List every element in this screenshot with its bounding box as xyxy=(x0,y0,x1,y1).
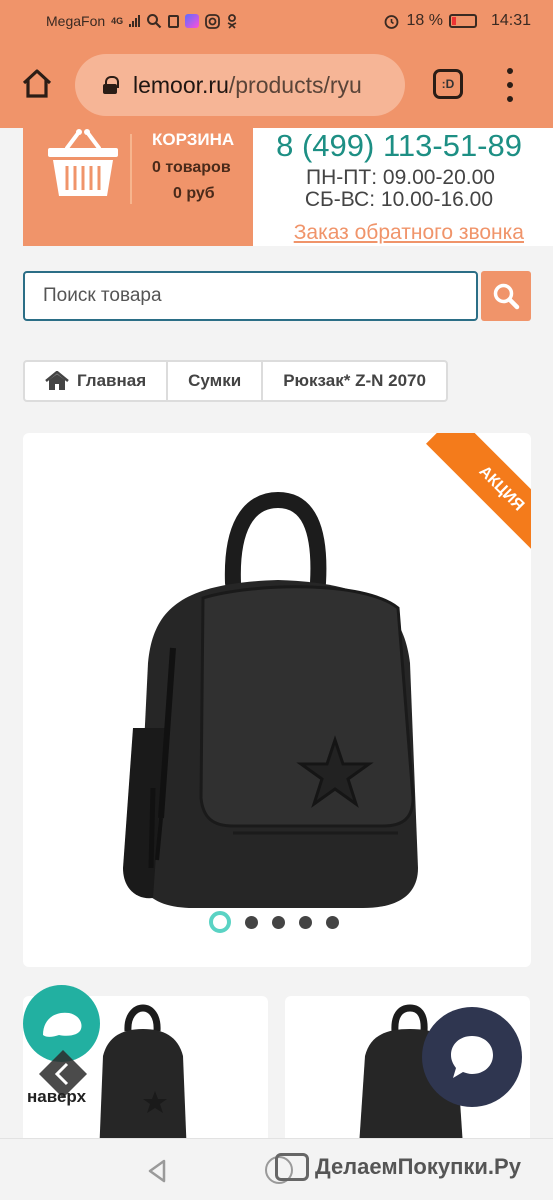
messenger-button[interactable] xyxy=(422,1007,522,1107)
slider-dot[interactable] xyxy=(245,915,258,929)
basket-icon xyxy=(48,129,118,196)
clock: 14:31 xyxy=(490,12,531,29)
lock-icon xyxy=(103,76,119,94)
signal-icon xyxy=(129,15,141,27)
scroll-up-label[interactable]: наверх xyxy=(27,1087,86,1107)
breadcrumb: Главная Сумки Рюкзак* Z-N 2070 xyxy=(23,360,448,402)
breadcrumb-bags[interactable]: Сумки xyxy=(168,362,264,400)
address-bar[interactable]: lemoor.ru/products/ryu xyxy=(75,54,405,116)
hours-weekday: ПН-ПТ: 09.00-20.00 xyxy=(306,166,495,189)
slider-dot[interactable] xyxy=(326,915,339,929)
breadcrumb-current: Рюкзак* Z-N 2070 xyxy=(263,362,446,400)
browser-menu-icon[interactable] xyxy=(500,68,520,102)
chat-icon xyxy=(42,1012,81,1037)
cart-total: 0 руб xyxy=(173,185,215,202)
watermark-text: ДелаемПокупки.Ру xyxy=(315,1154,521,1179)
breadcrumb-home[interactable]: Главная xyxy=(25,362,169,400)
cart-title: КОРЗИНА xyxy=(152,130,235,149)
message-bubble-icon xyxy=(451,1036,493,1078)
slider-dot-active[interactable] xyxy=(209,911,231,933)
breadcrumb-label: Сумки xyxy=(188,371,242,390)
url-domain: lemoor.ru xyxy=(133,71,229,98)
slider-dot[interactable] xyxy=(299,915,312,929)
cart-divider xyxy=(130,134,132,204)
back-icon[interactable] xyxy=(146,1159,168,1183)
alarm-icon xyxy=(385,14,399,29)
instagram-icon xyxy=(205,13,221,29)
odnoklassniki-icon xyxy=(227,13,237,29)
home-icon xyxy=(45,371,69,390)
callback-link[interactable]: Заказ обратного звонка xyxy=(294,221,524,245)
battery-icon xyxy=(448,14,477,28)
app-notification-icon xyxy=(185,14,200,28)
web-page: КОРЗИНА 0 товаров 0 руб 8 (499) 113-51-8… xyxy=(0,128,553,1138)
watermark: ДелаемПокупки.Ру xyxy=(275,1153,521,1181)
breadcrumb-label: Рюкзак* Z-N 2070 xyxy=(283,371,426,390)
product-gallery[interactable]: АКЦИЯ xyxy=(23,433,531,967)
backpack-image xyxy=(123,491,418,908)
slider-dot[interactable] xyxy=(272,915,285,929)
search-button[interactable] xyxy=(481,271,531,321)
tab-switcher-button[interactable]: :D xyxy=(433,69,463,99)
battery-percent: 18 % xyxy=(406,12,443,29)
cart-items-count: 0 товаров xyxy=(152,159,231,176)
system-navigation-bar: ДелаемПокупки.Ру xyxy=(0,1138,553,1200)
search-icon xyxy=(493,283,520,310)
watermark-logo-icon xyxy=(275,1153,309,1181)
url-path: /products/ryu xyxy=(228,71,362,98)
search-input[interactable] xyxy=(23,271,478,321)
cart-widget[interactable]: КОРЗИНА 0 товаров 0 руб xyxy=(23,128,253,246)
hours-weekend: СБ-ВС: 10.00-16.00 xyxy=(304,188,493,211)
browser-toolbar: lemoor.ru/products/ryu :D xyxy=(0,42,553,128)
search-notification-icon xyxy=(147,14,162,29)
status-bar: MegaFon 4G 18 % 14:31 xyxy=(0,0,553,42)
carrier-name: MegaFon xyxy=(46,13,106,29)
breadcrumb-label: Главная xyxy=(77,371,147,390)
phone-number[interactable]: 8 (499) 113-51-89 xyxy=(276,128,522,164)
sim-icon xyxy=(168,14,180,28)
contact-block: 8 (499) 113-51-89 ПН-ПТ: 09.00-20.00 СБ-… xyxy=(253,128,553,246)
slider-dots xyxy=(209,911,339,933)
home-icon[interactable] xyxy=(20,66,54,100)
network-type: 4G xyxy=(111,16,124,26)
